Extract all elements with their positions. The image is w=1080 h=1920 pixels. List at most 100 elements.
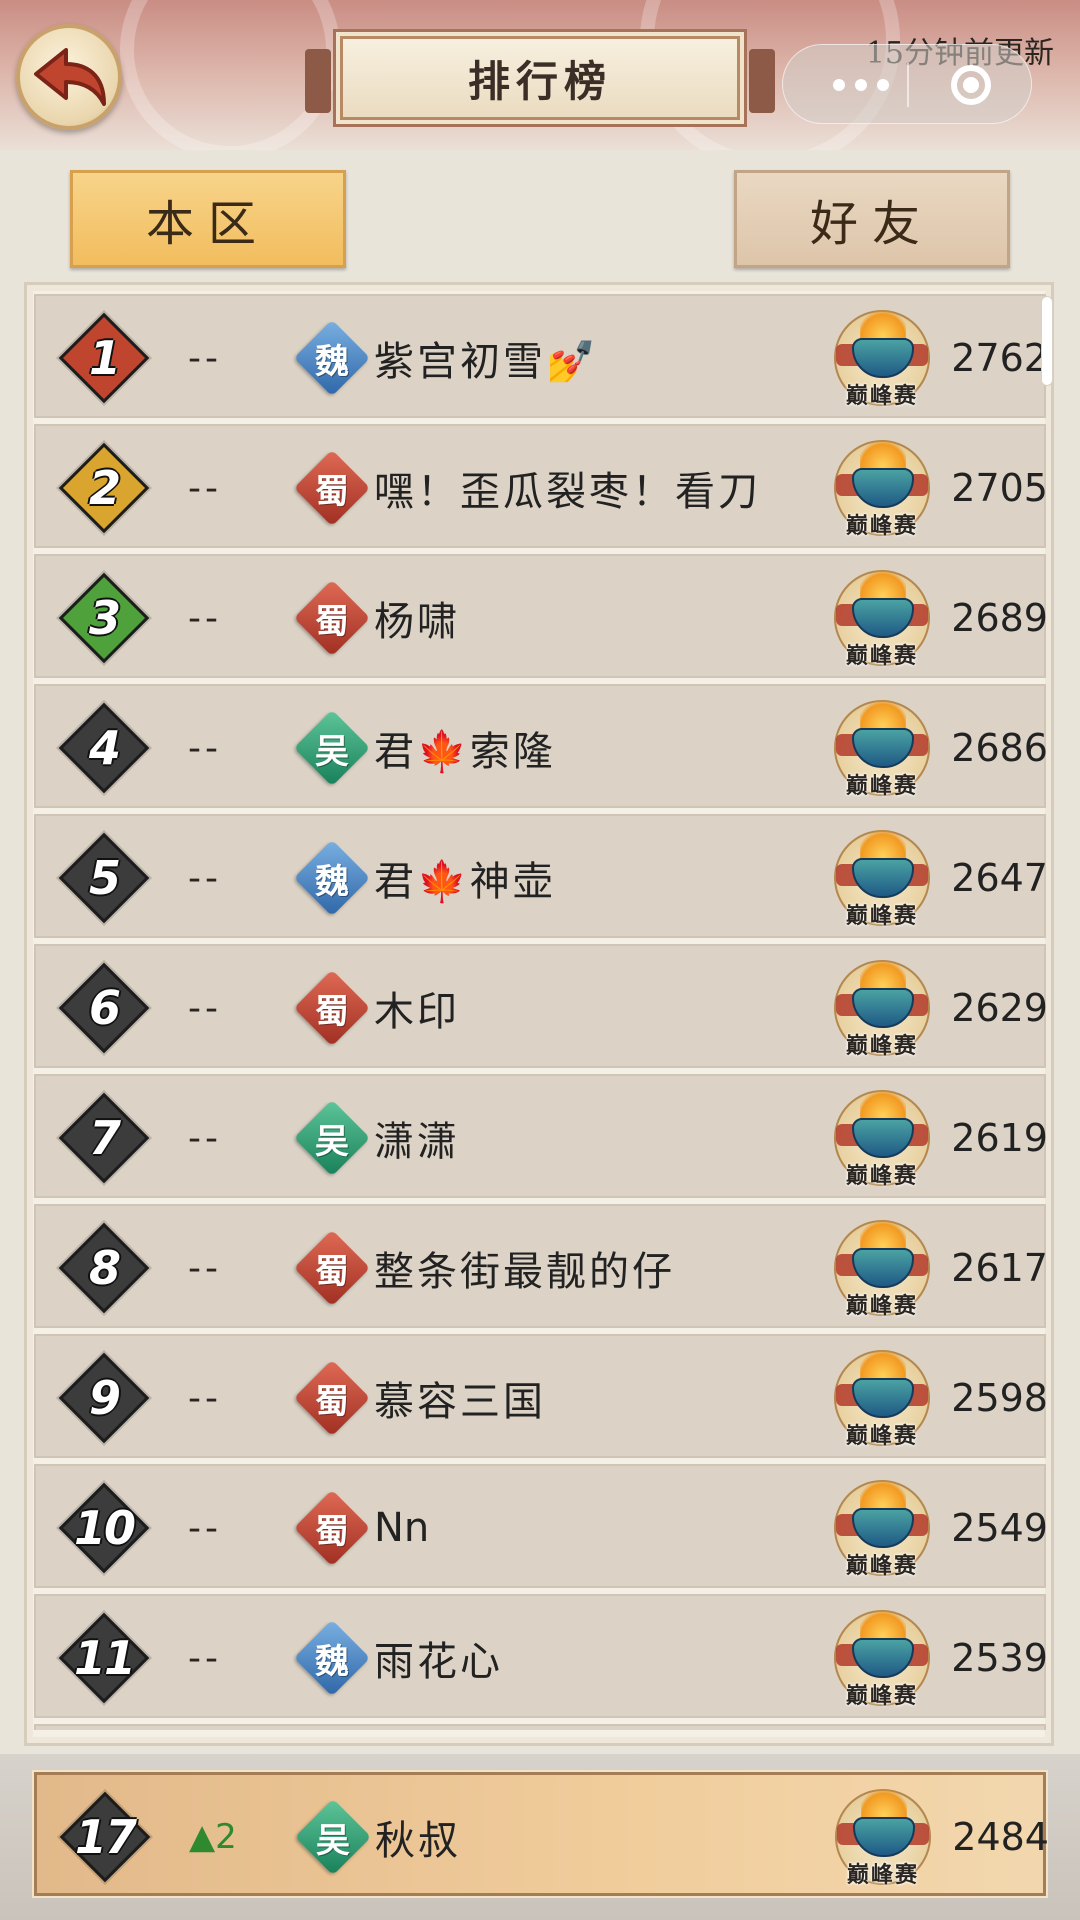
rank-badge: 9 xyxy=(58,1352,150,1444)
leaderboard-row[interactable]: 1 -- 魏紫宫初雪💅 巅峰赛 2762 xyxy=(34,294,1046,418)
leaderboard-row[interactable]: 10 -- 蜀 Nn 巅峰赛 2549 xyxy=(34,1464,1046,1588)
mini-program-capsule xyxy=(782,44,1032,124)
player-score: 2484 xyxy=(952,1815,1049,1859)
rank-number: 11 xyxy=(73,1631,136,1685)
plaque-end-right xyxy=(749,49,775,113)
peak-match-emblem-icon: 巅峰赛 xyxy=(828,564,936,672)
rank-badge: 11 xyxy=(58,1612,150,1704)
more-dots-icon[interactable] xyxy=(833,79,889,91)
faction-badge: 蜀 xyxy=(293,1359,371,1437)
rank-change: -- xyxy=(188,857,222,899)
leaderboard-row[interactable]: 4 -- 吴君🍁索隆 巅峰赛 2686 xyxy=(34,684,1046,808)
rank-change: -- xyxy=(188,987,222,1029)
faction-char: 魏 xyxy=(315,341,349,382)
tab-region[interactable]: 本区 xyxy=(70,170,346,268)
player-name: 慕容三国 xyxy=(374,1379,546,1425)
emblem-label: 巅峰赛 xyxy=(845,514,918,539)
faction-badge: 魏 xyxy=(293,1619,371,1697)
peak-match-emblem-icon: 巅峰赛 xyxy=(829,1783,937,1891)
leaderboard-row[interactable]: 9 -- 蜀慕容三国巅峰赛 2598 xyxy=(34,1334,1046,1458)
leaderboard-row[interactable] xyxy=(34,1724,1046,1730)
mini-program-close-icon[interactable] xyxy=(951,65,991,105)
emblem-label: 巅峰赛 xyxy=(845,1684,918,1709)
rank-number: 8 xyxy=(88,1241,121,1295)
player-score: 2686 xyxy=(951,726,1046,770)
rank-change: -- xyxy=(188,1117,222,1159)
player-score: 2598 xyxy=(951,1376,1046,1420)
peak-match-emblem-icon: 巅峰赛 xyxy=(828,824,936,932)
player-score: 2629 xyxy=(951,986,1046,1030)
rank-change: -- xyxy=(188,1637,222,1679)
rank-number: 2 xyxy=(88,461,121,515)
faction-char: 魏 xyxy=(315,861,349,902)
emblem-label: 巅峰赛 xyxy=(845,1164,918,1189)
emblem-label: 巅峰赛 xyxy=(845,1424,918,1449)
faction-badge: 吴 xyxy=(293,1099,371,1177)
leaderboard-row[interactable]: 2 -- 蜀嘿！歪瓜裂枣！看刀 巅峰赛 2705 xyxy=(34,424,1046,548)
player-score: 2539 xyxy=(951,1636,1046,1680)
scrollbar-thumb[interactable] xyxy=(1041,296,1053,386)
rank-badge: 7 xyxy=(58,1092,150,1184)
rank-number: 3 xyxy=(88,591,121,645)
rank-badge: 4 xyxy=(58,702,150,794)
page-title: 排行榜 xyxy=(467,56,612,106)
player-name: 整条街最靓的仔 xyxy=(374,1249,675,1295)
emblem-label: 巅峰赛 xyxy=(845,644,918,669)
player-name: 雨花心 xyxy=(374,1639,503,1685)
tab-friends[interactable]: 好友 xyxy=(734,170,1010,268)
leaderboard-row[interactable]: 8 -- 蜀整条街最靓的仔巅峰赛 2617 xyxy=(34,1204,1046,1328)
leaderboard-row[interactable]: 3 -- 蜀杨啸 巅峰赛 2689 xyxy=(34,554,1046,678)
player-score: 2647 xyxy=(951,856,1046,900)
back-arrow-icon xyxy=(34,48,106,106)
peak-match-emblem-icon: 巅峰赛 xyxy=(828,1604,936,1712)
rank-change: -- xyxy=(188,597,222,639)
rank-badge: 6 xyxy=(58,962,150,1054)
leaderboard-row[interactable]: 5 -- 魏君🍁神壶 巅峰赛 2647 xyxy=(34,814,1046,938)
peak-match-emblem-icon: 巅峰赛 xyxy=(828,694,936,802)
player-name: 秋叔 xyxy=(375,1818,461,1864)
player-score: 2689 xyxy=(951,596,1046,640)
faction-badge: 吴 xyxy=(293,709,371,787)
leaderboard-list[interactable]: 1 -- 魏紫宫初雪💅 巅峰赛 2762 2 -- 蜀嘿！歪瓜裂枣！看刀 巅峰赛 2705 3 -- 蜀… xyxy=(34,294,1046,1730)
rank-number: 1 xyxy=(88,331,121,385)
faction-char: 吴 xyxy=(316,1820,350,1861)
peak-match-emblem-icon: 巅峰赛 xyxy=(828,1084,936,1192)
faction-badge: 蜀 xyxy=(293,449,371,527)
rank-change: -- xyxy=(188,727,222,769)
rank-change-value: 2 xyxy=(215,1817,237,1857)
rank-badge: 2 xyxy=(58,442,150,534)
emblem-label: 巅峰赛 xyxy=(845,384,918,409)
rank-change: -- xyxy=(188,467,222,509)
leaderboard-row[interactable]: 7 -- 吴潇潇 巅峰赛 2619 xyxy=(34,1074,1046,1198)
faction-char: 蜀 xyxy=(315,991,349,1032)
peak-match-emblem-icon: 巅峰赛 xyxy=(828,1474,936,1582)
my-rank-row[interactable]: 17 ▲ 2 吴 秋叔 巅峰赛 2484 xyxy=(34,1772,1049,1896)
leaderboard-row[interactable]: 11 -- 魏雨花心巅峰赛 2539 xyxy=(34,1594,1046,1718)
plaque-end-left xyxy=(305,49,331,113)
rank-number: 4 xyxy=(88,721,121,775)
faction-char: 魏 xyxy=(315,1641,349,1682)
peak-match-emblem-icon: 巅峰赛 xyxy=(828,954,936,1062)
emblem-label: 巅峰赛 xyxy=(845,1294,918,1319)
player-name: 嘿！歪瓜裂枣！看刀 xyxy=(374,469,761,515)
rank-change: ▲ 2 xyxy=(189,1809,289,1865)
rank-change: -- xyxy=(188,1377,222,1419)
faction-badge: 蜀 xyxy=(293,579,371,657)
player-score: 2549 xyxy=(951,1506,1046,1550)
player-score: 2617 xyxy=(951,1246,1046,1290)
rank-number: 17 xyxy=(74,1810,137,1864)
faction-badge: 蜀 xyxy=(293,1229,371,1307)
player-name: 紫宫初雪💅 xyxy=(374,339,599,385)
player-name: 君🍁神壶 xyxy=(374,859,556,905)
rank-change: -- xyxy=(188,1247,222,1289)
rank-number: 7 xyxy=(88,1111,121,1165)
player-score: 2762 xyxy=(951,336,1046,380)
rank-number: 5 xyxy=(88,851,121,905)
back-button[interactable] xyxy=(16,24,122,130)
rank-badge: 5 xyxy=(58,832,150,924)
player-score: 2619 xyxy=(951,1116,1046,1160)
rank-number: 10 xyxy=(73,1501,136,1555)
capsule-divider xyxy=(907,63,909,107)
leaderboard-row[interactable]: 6 -- 蜀木印 巅峰赛 2629 xyxy=(34,944,1046,1068)
rank-badge: 1 xyxy=(58,312,150,404)
